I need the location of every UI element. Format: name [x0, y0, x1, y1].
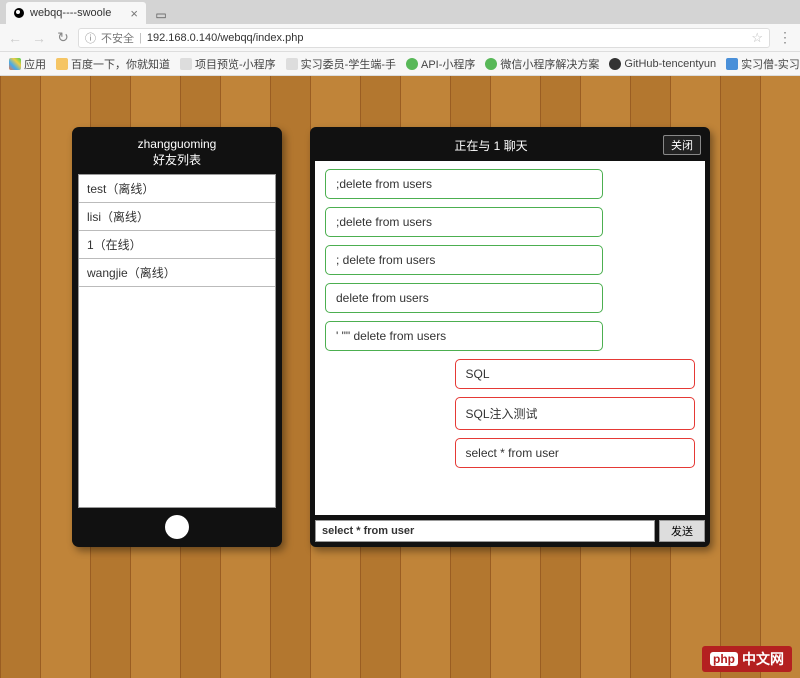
bookmark-label: GitHub-tencentyun	[624, 58, 716, 70]
close-icon[interactable]: ×	[130, 6, 138, 21]
insecure-label: 不安全	[101, 30, 134, 46]
bookmark-label: API-小程序	[421, 56, 475, 72]
message-input[interactable]	[315, 520, 655, 542]
bookmark-label: 实习僧-实习生-最教	[741, 56, 800, 72]
bookmark-label: 微信小程序解决方案	[500, 56, 599, 72]
browser-tab[interactable]: webqq----swoole ×	[6, 2, 146, 24]
chat-input-row: 发送	[315, 520, 705, 542]
friends-list: test（离线） lisi（离线） 1（在线） wangjie（离线）	[78, 174, 276, 508]
bookmark-label: 项目预览-小程序	[195, 56, 276, 72]
tab-title: webqq----swoole	[30, 7, 111, 19]
apps-icon	[9, 58, 21, 70]
folder-icon	[56, 58, 68, 70]
watermark-logo: php	[710, 652, 738, 666]
bookmark-item[interactable]: API-小程序	[403, 56, 478, 72]
bookmark-star-icon[interactable]: ☆	[751, 30, 763, 46]
page-icon	[485, 58, 497, 70]
watermark: php 中文网	[702, 646, 792, 672]
reload-icon[interactable]: ↻	[54, 29, 72, 46]
tab-favicon-icon	[14, 8, 24, 18]
message-incoming: ; delete from users	[325, 245, 603, 275]
message-outgoing: SQL	[455, 359, 696, 389]
chat-title: 正在与 1 聊天	[319, 137, 663, 154]
chat-header: 正在与 1 聊天 关闭	[315, 132, 705, 161]
phone-username: zhangguoming	[78, 137, 276, 153]
close-button[interactable]: 关闭	[663, 135, 701, 155]
phone-frame: zhangguoming 好友列表 test（离线） lisi（离线） 1（在线…	[72, 127, 282, 547]
back-icon[interactable]: ←	[6, 30, 24, 46]
send-button[interactable]: 发送	[659, 520, 705, 542]
message-outgoing: SQL注入测试	[455, 397, 696, 430]
bookmark-item[interactable]: 实习僧-实习生-最教	[723, 56, 800, 72]
page-icon	[726, 58, 738, 70]
url-field[interactable]: ⓘ 不安全 | 192.168.0.140/webqq/index.php ☆	[78, 28, 770, 48]
message-incoming: ' "" delete from users	[325, 321, 603, 351]
page-icon	[180, 58, 192, 70]
new-tab-button[interactable]: ▭	[152, 8, 170, 24]
insecure-icon: ⓘ	[85, 30, 96, 46]
address-bar: ← → ↻ ⓘ 不安全 | 192.168.0.140/webqq/index.…	[0, 24, 800, 52]
browser-tab-bar: webqq----swoole × ▭	[0, 0, 800, 24]
bookmark-item[interactable]: 百度一下，你就知道	[53, 56, 173, 72]
bookmark-item[interactable]: 项目预览-小程序	[177, 56, 279, 72]
page-icon	[286, 58, 298, 70]
friend-row[interactable]: wangjie（离线）	[79, 259, 275, 287]
message-incoming: ;delete from users	[325, 207, 603, 237]
bookmark-item[interactable]: 实习委员-学生端-手	[283, 56, 399, 72]
message-incoming: delete from users	[325, 283, 603, 313]
home-button-icon[interactable]	[165, 515, 189, 539]
message-outgoing: select * from user	[455, 438, 696, 468]
url-text: 192.168.0.140/webqq/index.php	[147, 32, 304, 44]
bookmark-label: 实习委员-学生端-手	[301, 56, 396, 72]
apps-button[interactable]: 应用	[6, 56, 49, 72]
watermark-text: 中文网	[742, 649, 784, 669]
friend-row[interactable]: lisi（离线）	[79, 203, 275, 231]
bookmarks-bar: 应用 百度一下，你就知道 项目预览-小程序 实习委员-学生端-手 API-小程序…	[0, 52, 800, 76]
menu-icon[interactable]: ⋮	[776, 29, 794, 46]
bookmark-label: 百度一下，你就知道	[71, 56, 170, 72]
page-viewport: zhangguoming 好友列表 test（离线） lisi（离线） 1（在线…	[0, 76, 800, 678]
forward-icon[interactable]: →	[30, 30, 48, 46]
phone-subtitle: 好友列表	[78, 153, 276, 169]
chat-window: 正在与 1 聊天 关闭 ;delete from users ;delete f…	[310, 127, 710, 547]
apps-label: 应用	[24, 56, 46, 72]
page-icon	[609, 58, 621, 70]
friend-row[interactable]: 1（在线）	[79, 231, 275, 259]
friend-row[interactable]: test（离线）	[79, 175, 275, 203]
bookmark-item[interactable]: 微信小程序解决方案	[482, 56, 602, 72]
phone-header: zhangguoming 好友列表	[78, 133, 276, 174]
page-icon	[406, 58, 418, 70]
bookmark-item[interactable]: GitHub-tencentyun	[606, 58, 719, 70]
chat-messages[interactable]: ;delete from users ;delete from users ; …	[315, 161, 705, 515]
message-incoming: ;delete from users	[325, 169, 603, 199]
